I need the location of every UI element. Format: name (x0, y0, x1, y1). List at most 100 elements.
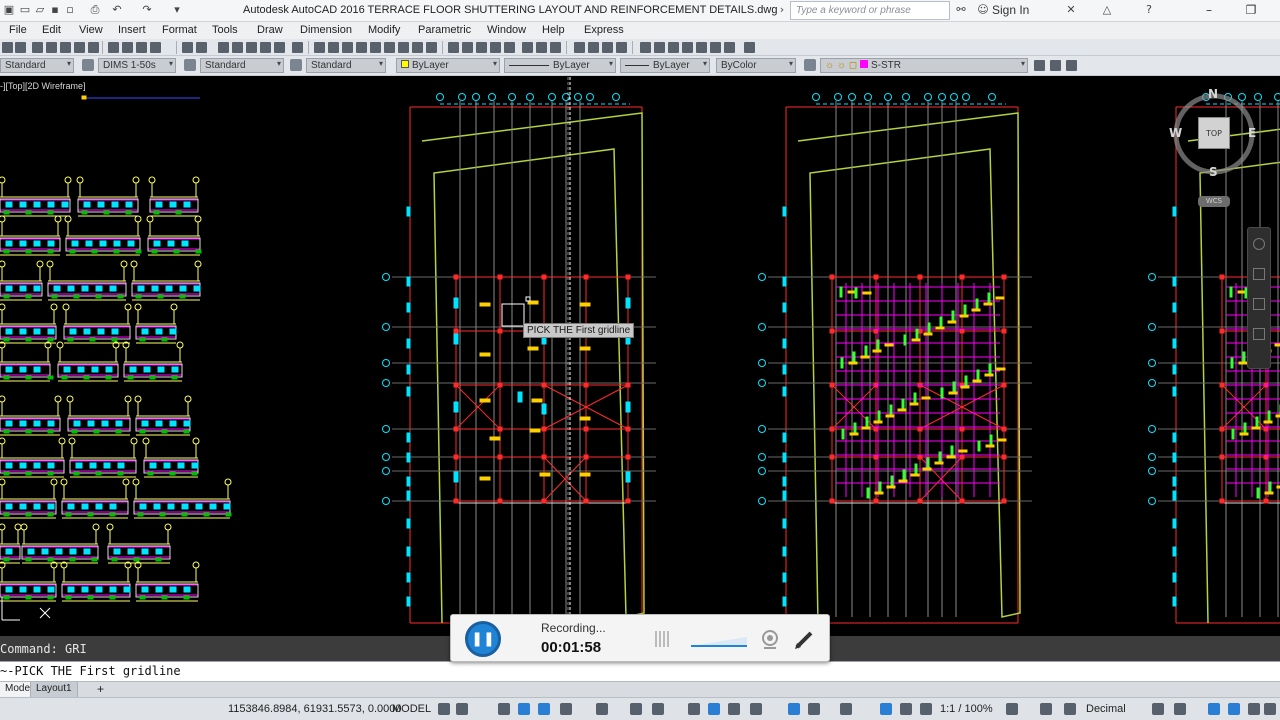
zoom-in-icon[interactable] (588, 42, 599, 53)
mleader-style-select[interactable]: Standard ▾ (306, 58, 386, 73)
arc-icon[interactable] (356, 42, 367, 53)
annotation-scale-icon[interactable] (920, 703, 932, 715)
menu-dimension[interactable]: Dimension (300, 24, 352, 36)
color-select[interactable]: ByLayer ▾ (396, 58, 500, 73)
open-file-icon[interactable] (15, 42, 26, 53)
lock-ui-icon[interactable] (1174, 703, 1186, 715)
command-line[interactable]: ~-PICK THE First gridline (0, 661, 1280, 681)
isolate-objects-icon[interactable] (1208, 703, 1220, 715)
search-input[interactable]: Type a keyword or phrase (790, 1, 950, 20)
copy-icon[interactable] (122, 42, 133, 53)
zoom-window-icon[interactable] (246, 42, 257, 53)
polyline-icon[interactable] (328, 42, 339, 53)
pause-recording-button[interactable]: ❚❚ (465, 621, 501, 657)
minimize-button[interactable]: – (1198, 2, 1220, 18)
viewport-controls[interactable]: -][Top][2D Wireframe] (0, 81, 86, 91)
zoom-out-icon[interactable] (602, 42, 613, 53)
offset-icon[interactable] (490, 42, 501, 53)
zoom-previous-icon[interactable] (260, 42, 271, 53)
tool-palette-icon[interactable] (668, 42, 679, 53)
menu-express[interactable]: Express (584, 24, 624, 36)
menu-format[interactable]: Format (162, 24, 197, 36)
selection-cycling-icon[interactable] (728, 703, 740, 715)
line-icon[interactable] (314, 42, 325, 53)
zoom-extents-nav-icon[interactable] (1253, 298, 1265, 310)
menu-window[interactable]: Window (487, 24, 526, 36)
osnap-icon[interactable] (652, 703, 664, 715)
quick-properties-icon[interactable] (1152, 703, 1164, 715)
rotate-icon[interactable] (536, 42, 547, 53)
menu-help[interactable]: Help (542, 24, 565, 36)
compass-north[interactable]: N (1208, 87, 1218, 101)
app-menu-icon[interactable]: ▣ (2, 3, 16, 17)
table-style-select[interactable]: Standard ▾ (200, 58, 284, 73)
compass-south[interactable]: S (1209, 165, 1218, 179)
match-properties-icon[interactable] (150, 42, 161, 53)
linetype-select[interactable]: ByLayer ▾ (504, 58, 616, 73)
clean-screen-icon[interactable] (1248, 703, 1260, 715)
drawing-canvas[interactable]: -][Top][2D Wireframe] PICK THE First gri… (0, 77, 1280, 636)
webcam-icon[interactable] (760, 629, 780, 649)
annotation-monitor-icon[interactable] (1040, 703, 1052, 715)
lineweight-icon[interactable] (688, 703, 700, 715)
dynamic-ucs-icon[interactable] (788, 703, 800, 715)
scale-icon[interactable] (550, 42, 561, 53)
menu-draw[interactable]: Draw (257, 24, 283, 36)
move-icon[interactable] (522, 42, 533, 53)
3d-print-icon[interactable] (88, 42, 99, 53)
pen-annotation-icon[interactable] (794, 628, 816, 650)
markup-icon[interactable] (696, 42, 707, 53)
help-toolbar2-icon[interactable] (744, 42, 755, 53)
3d-osnap-icon[interactable] (750, 703, 762, 715)
sign-in-button[interactable]: Sign In (992, 3, 1029, 17)
design-center-icon[interactable] (654, 42, 665, 53)
isodraft-icon[interactable] (596, 703, 608, 715)
menu-insert[interactable]: Insert (118, 24, 146, 36)
open-icon[interactable]: ▱ (33, 3, 47, 17)
redo-toolbar-icon[interactable] (196, 42, 207, 53)
undo-icon[interactable]: ↶ (110, 3, 124, 17)
menu-modify[interactable]: Modify (368, 24, 400, 36)
preview-icon[interactable] (60, 42, 71, 53)
exchange-icon[interactable]: ✕ (1064, 3, 1078, 17)
save-as-icon[interactable]: ▫ (63, 3, 77, 17)
dim-style-select[interactable]: DIMS 1-50s ▾ (98, 58, 176, 73)
zoom-extents-icon[interactable] (616, 42, 627, 53)
volume-slider[interactable] (691, 637, 747, 647)
ortho-icon[interactable] (538, 703, 550, 715)
dynamic-input-icon[interactable] (518, 703, 530, 715)
units-select[interactable]: Decimal (1086, 703, 1126, 715)
publish-icon[interactable] (74, 42, 85, 53)
menu-parametric[interactable]: Parametric (418, 24, 471, 36)
rectangle-icon[interactable] (370, 42, 381, 53)
grid-icon[interactable] (438, 703, 450, 715)
layer-isolate-icon[interactable] (1066, 60, 1077, 71)
hatch-icon[interactable] (384, 42, 395, 53)
annotation-visibility-icon[interactable] (880, 703, 892, 715)
text-icon[interactable] (426, 42, 437, 53)
workspace-icon[interactable] (1006, 703, 1018, 715)
plotstyle-select[interactable]: ByColor ▾ (716, 58, 796, 73)
auto-scale-icon[interactable] (900, 703, 912, 715)
steering-wheel-icon[interactable] (1253, 238, 1265, 250)
hand-pan-icon[interactable] (574, 42, 585, 53)
properties-icon[interactable] (274, 42, 285, 53)
help-toolbar-icon[interactable] (292, 42, 303, 53)
quickcalc-icon[interactable] (710, 42, 721, 53)
model-space-button[interactable]: MODEL (392, 703, 431, 715)
save-icon[interactable]: ▪ (48, 3, 62, 17)
lineweight-select[interactable]: ByLayer ▾ (620, 58, 710, 73)
transparency-icon[interactable] (708, 703, 720, 715)
a360-icon[interactable]: △ (1100, 3, 1114, 17)
new-file-icon[interactable]: ▭ (18, 3, 32, 17)
array-icon[interactable] (504, 42, 515, 53)
insert-icon[interactable] (412, 42, 423, 53)
menu-tools[interactable]: Tools (212, 24, 238, 36)
navigation-bar[interactable] (1247, 227, 1271, 369)
layer-manager-icon[interactable] (804, 59, 816, 71)
circle-icon[interactable] (342, 42, 353, 53)
erase-icon[interactable] (448, 42, 459, 53)
add-layout-button[interactable]: + (92, 681, 109, 696)
selection-filter-icon[interactable] (808, 703, 820, 715)
plot-icon[interactable] (46, 42, 57, 53)
